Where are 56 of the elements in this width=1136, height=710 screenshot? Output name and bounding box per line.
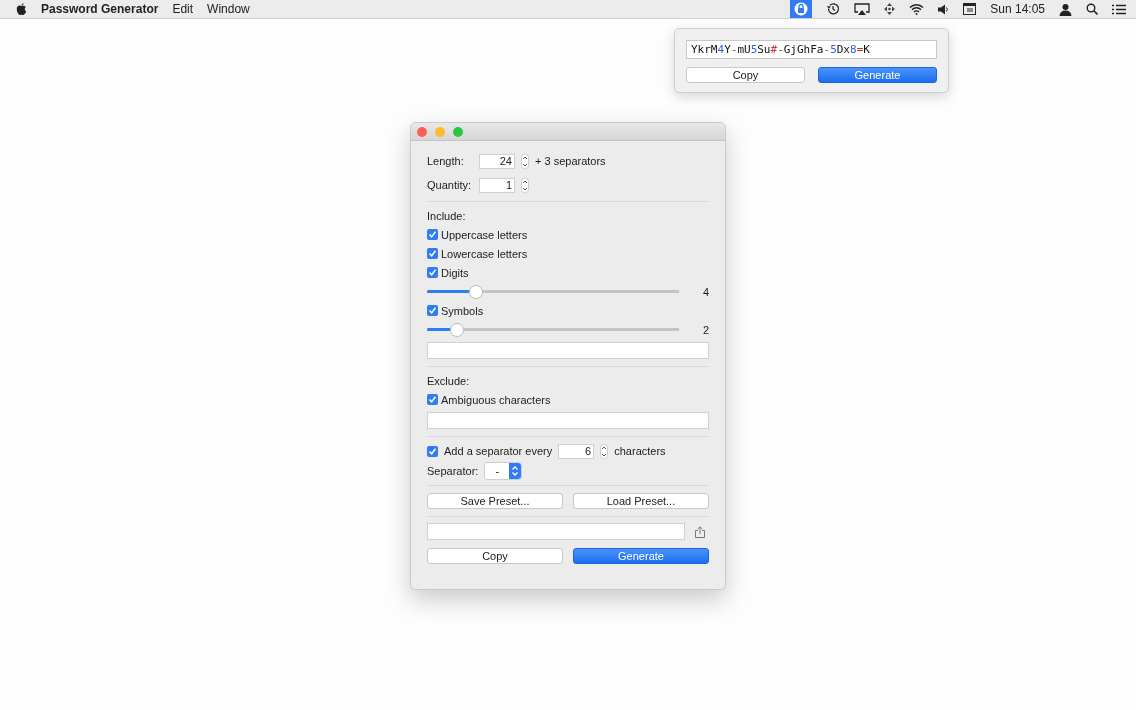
lock-icon[interactable] [790,0,813,18]
separator-label: Separator: [427,465,479,477]
calendar-icon[interactable] [963,3,977,15]
separator-interval-field[interactable]: 6 [558,443,595,459]
checkbox-label: Symbols [441,304,484,317]
checkbox-label: Uppercase letters [441,228,528,241]
separators-note: + 3 separators [535,155,606,167]
length-field[interactable]: 24 [479,153,515,169]
wifi-icon[interactable] [909,3,925,15]
checkbox[interactable] [427,267,438,278]
checkbox[interactable] [427,394,438,405]
generate-button[interactable]: Generate [818,67,937,83]
slider-value: 4 [701,285,709,298]
clock-history-icon[interactable] [826,2,841,16]
close-button[interactable] [417,126,427,137]
updown-arrows-icon[interactable] [509,463,522,479]
share-icon[interactable] [695,525,705,538]
checkbox-label: Lowercase letters [441,247,528,260]
app-menu[interactable]: Password Generator [41,2,159,16]
section-heading: Exclude: [427,374,470,387]
length-label: Length: [427,155,465,167]
list-icon[interactable] [1112,3,1126,15]
apple-logo-icon[interactable] [16,2,27,16]
menu-item[interactable]: Edit [172,2,194,16]
checkbox-label: Add a separator every [444,445,553,457]
load-preset-button[interactable]: Load Preset... [573,493,709,509]
checkbox-label: Ambiguous characters [441,393,551,406]
checkbox-label: Digits [441,266,469,279]
checkbox[interactable] [427,305,438,316]
slider-value: 2 [701,323,709,336]
copy-button[interactable]: Copy [686,67,805,83]
quantity-field[interactable]: 1 [479,177,515,193]
stepper[interactable] [600,443,609,459]
speaker-icon[interactable] [938,3,950,15]
text-field[interactable] [427,342,709,359]
display-icon[interactable] [854,2,871,16]
search-icon[interactable] [1086,3,1098,15]
arrows-icon[interactable] [884,3,896,15]
password-field[interactable]: YkrM4Y-mU5Su#-GjGhFa-5Dx8=K [686,40,937,59]
checkbox[interactable] [427,248,438,259]
save-preset-button[interactable]: Save Preset... [427,493,563,509]
clock[interactable]: Sun 14:05 [990,2,1045,16]
checkbox[interactable] [427,229,438,240]
quantity-label: Quantity: [427,179,473,191]
password-output-field[interactable] [427,523,685,540]
separator-dropdown[interactable]: - [484,462,523,480]
stepper[interactable] [521,177,529,193]
copy-button[interactable]: Copy [427,548,563,564]
generate-button[interactable]: Generate [573,548,709,564]
user-icon[interactable] [1059,2,1072,16]
checkbox[interactable] [427,445,438,457]
section-heading: Include: [427,209,466,222]
text-field[interactable] [427,412,709,429]
stepper[interactable] [521,153,529,169]
characters-label: characters [614,445,666,457]
menu-item[interactable]: Window [207,2,250,16]
